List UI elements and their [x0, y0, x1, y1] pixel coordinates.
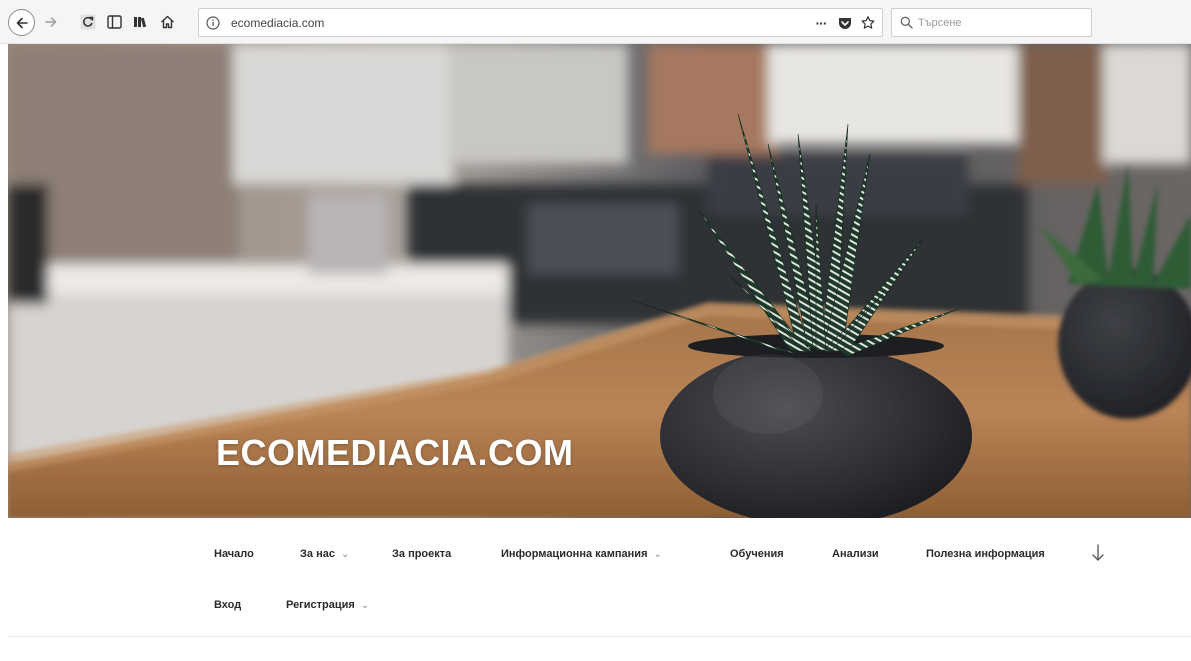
- nav-item-campaign[interactable]: Информационна кампания ⌄: [501, 548, 662, 560]
- site-title[interactable]: ECOMEDIACIA.COM: [216, 432, 574, 474]
- sidebar-button[interactable]: [103, 11, 125, 33]
- library-button[interactable]: [128, 11, 150, 33]
- nav-item-register[interactable]: Регистрация ⌄: [286, 599, 369, 611]
- nav-item-home[interactable]: Начало: [214, 548, 254, 560]
- nav-item-trainings[interactable]: Обучения: [730, 548, 784, 560]
- chevron-down-icon: ⌄: [360, 600, 370, 611]
- divider: [8, 636, 1191, 637]
- info-icon[interactable]: [205, 15, 221, 31]
- nav-item-label: Полезна информация: [926, 548, 1045, 560]
- nav-item-label: За нас: [300, 548, 335, 560]
- nav-item-project[interactable]: За проекта: [392, 548, 451, 560]
- browser-toolbar: ecomediacia.com ···: [0, 0, 1191, 44]
- bookmark-star-icon[interactable]: [859, 15, 877, 31]
- home-icon: [160, 15, 174, 29]
- pocket-icon[interactable]: [836, 15, 854, 31]
- nav-item-label: Обучения: [730, 548, 784, 560]
- main-navigation: Начало За нас ⌄ За проекта Информационна …: [0, 518, 1191, 638]
- url-text[interactable]: ecomediacia.com: [231, 16, 324, 30]
- arrow-left-icon: [16, 17, 28, 28]
- home-button[interactable]: [156, 11, 178, 33]
- search-input[interactable]: [918, 13, 1088, 33]
- nav-item-label: За проекта: [392, 548, 452, 560]
- search-bar[interactable]: [891, 8, 1092, 37]
- nav-item-label: Информационна кампания: [501, 548, 648, 560]
- arrow-down-icon[interactable]: [1091, 543, 1105, 563]
- url-bar[interactable]: ecomediacia.com ···: [198, 8, 883, 37]
- sidebar-icon: [106, 15, 122, 29]
- arrow-right-icon: [45, 17, 57, 27]
- nav-item-label: Регистрация: [286, 599, 355, 611]
- nav-item-useful-info[interactable]: Полезна информация: [926, 548, 1045, 560]
- forward-button[interactable]: [40, 11, 62, 33]
- nav-item-about[interactable]: За нас ⌄: [300, 548, 349, 560]
- header-image: ECOMEDIACIA.COM: [8, 44, 1191, 518]
- chevron-down-icon: ⌄: [340, 549, 350, 560]
- nav-item-label: Анализи: [832, 548, 879, 560]
- library-icon: [133, 17, 146, 28]
- nav-item-label: Вход: [214, 599, 242, 611]
- search-icon: [900, 16, 913, 29]
- nav-item-analyses[interactable]: Анализи: [832, 548, 879, 560]
- reload-icon: [80, 14, 96, 30]
- header-photo: [8, 44, 1191, 518]
- back-button[interactable]: [8, 9, 35, 36]
- chevron-down-icon: ⌄: [653, 549, 662, 560]
- nav-item-label: Начало: [214, 548, 254, 560]
- page-actions-icon[interactable]: ···: [812, 15, 830, 31]
- reload-button[interactable]: [77, 11, 99, 33]
- nav-item-login[interactable]: Вход: [214, 599, 241, 611]
